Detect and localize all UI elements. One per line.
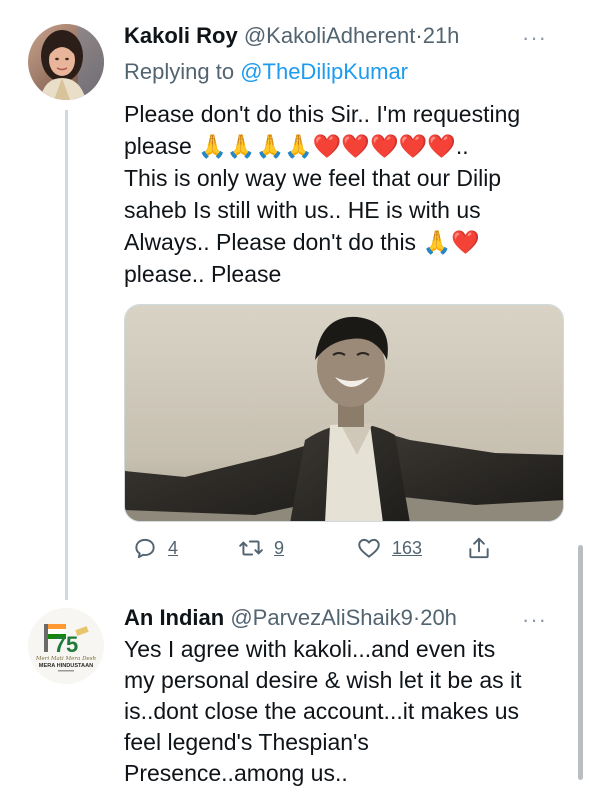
tweet-header: An Indian @ParvezAliShaik9·20h ··· — [124, 604, 569, 632]
reply-button[interactable]: 4 — [132, 535, 178, 561]
tweet-text-line: Please don't do this Sir.. I'm requestin… — [124, 101, 521, 127]
tweet-text-line: please.. Please — [124, 261, 282, 287]
tweet-text: Please don't do this Sir.. I'm requestin… — [124, 98, 574, 290]
avatar-logo: 75 Meri Mati Mera Desh MERA HINDUSTAAN — [28, 608, 104, 684]
more-options-icon[interactable]: ··· — [522, 606, 547, 634]
thread-line — [65, 110, 68, 600]
more-options-icon[interactable]: ··· — [522, 24, 547, 52]
replying-to: Replying to @TheDilipKumar — [124, 58, 408, 86]
tweet-text-line: Yes I agree with kakoli...and even its — [124, 636, 496, 662]
like-count: 163 — [392, 537, 423, 558]
like-button[interactable]: 163 — [356, 535, 422, 561]
logo-caption: MERA HINDUSTAAN — [39, 663, 93, 669]
tweet-text-line: Always.. Please don't do this 🙏❤️ — [124, 229, 480, 255]
tweet-text-line: my personal desire & wish let it be as i… — [124, 667, 522, 693]
tweet-text-line: Presence..among us.. — [124, 760, 348, 786]
heart-icon — [358, 538, 380, 558]
retweet-icon — [239, 540, 263, 556]
tweet-an-indian[interactable]: 75 Meri Mati Mera Desh MERA HINDUSTAAN A… — [0, 590, 589, 800]
tweet-text-line: saheb Is still with us.. HE is with us — [124, 197, 481, 223]
share-icon — [469, 537, 489, 559]
tweet-header: Kakoli Roy @KakoliAdherent·21h ··· — [124, 22, 569, 50]
display-name[interactable]: An Indian — [124, 605, 224, 630]
timestamp[interactable]: 21h — [423, 23, 460, 48]
mention-link[interactable]: @TheDilipKumar — [240, 59, 408, 84]
tweet-text-line: is..dont close the account...it makes us — [124, 698, 520, 724]
avatar-kakoli-roy[interactable] — [28, 24, 104, 100]
logo-script: Meri Mati Mera Desh — [35, 656, 97, 662]
scrollbar[interactable] — [578, 545, 583, 780]
replying-to-label: Replying to — [124, 59, 241, 84]
tweet-text: Yes I agree with kakoli...and even its m… — [124, 634, 574, 789]
avatar-photo — [28, 24, 104, 100]
tweet-kakoli-roy[interactable]: Kakoli Roy @KakoliAdherent·21h ··· Reply… — [0, 0, 589, 600]
timestamp[interactable]: 20h — [420, 605, 457, 630]
share-button[interactable] — [466, 535, 492, 561]
user-handle[interactable]: @ParvezAliShaik9 — [230, 605, 413, 630]
photo-image — [125, 305, 563, 521]
retweet-button[interactable]: 9 — [238, 535, 284, 561]
tweet-text-line: please 🙏🙏🙏🙏❤️❤️❤️❤️❤️.. — [124, 133, 469, 159]
tweet-text-line: This is only way we feel that our Dilip — [124, 165, 502, 191]
tweet-actions: 4 9 163 — [124, 535, 564, 567]
display-name[interactable]: Kakoli Roy — [124, 23, 238, 48]
avatar-an-indian[interactable]: 75 Meri Mati Mera Desh MERA HINDUSTAAN — [28, 608, 104, 684]
user-handle[interactable]: @KakoliAdherent — [244, 23, 416, 48]
tweet-media-photo[interactable] — [124, 304, 564, 522]
separator-dot: · — [415, 23, 423, 48]
reply-count: 4 — [168, 537, 179, 558]
reply-icon — [135, 538, 155, 559]
tweet-text-line: feel legend's Thespian's — [124, 729, 369, 755]
retweet-count: 9 — [274, 537, 285, 558]
logo-number: 75 — [54, 632, 78, 657]
